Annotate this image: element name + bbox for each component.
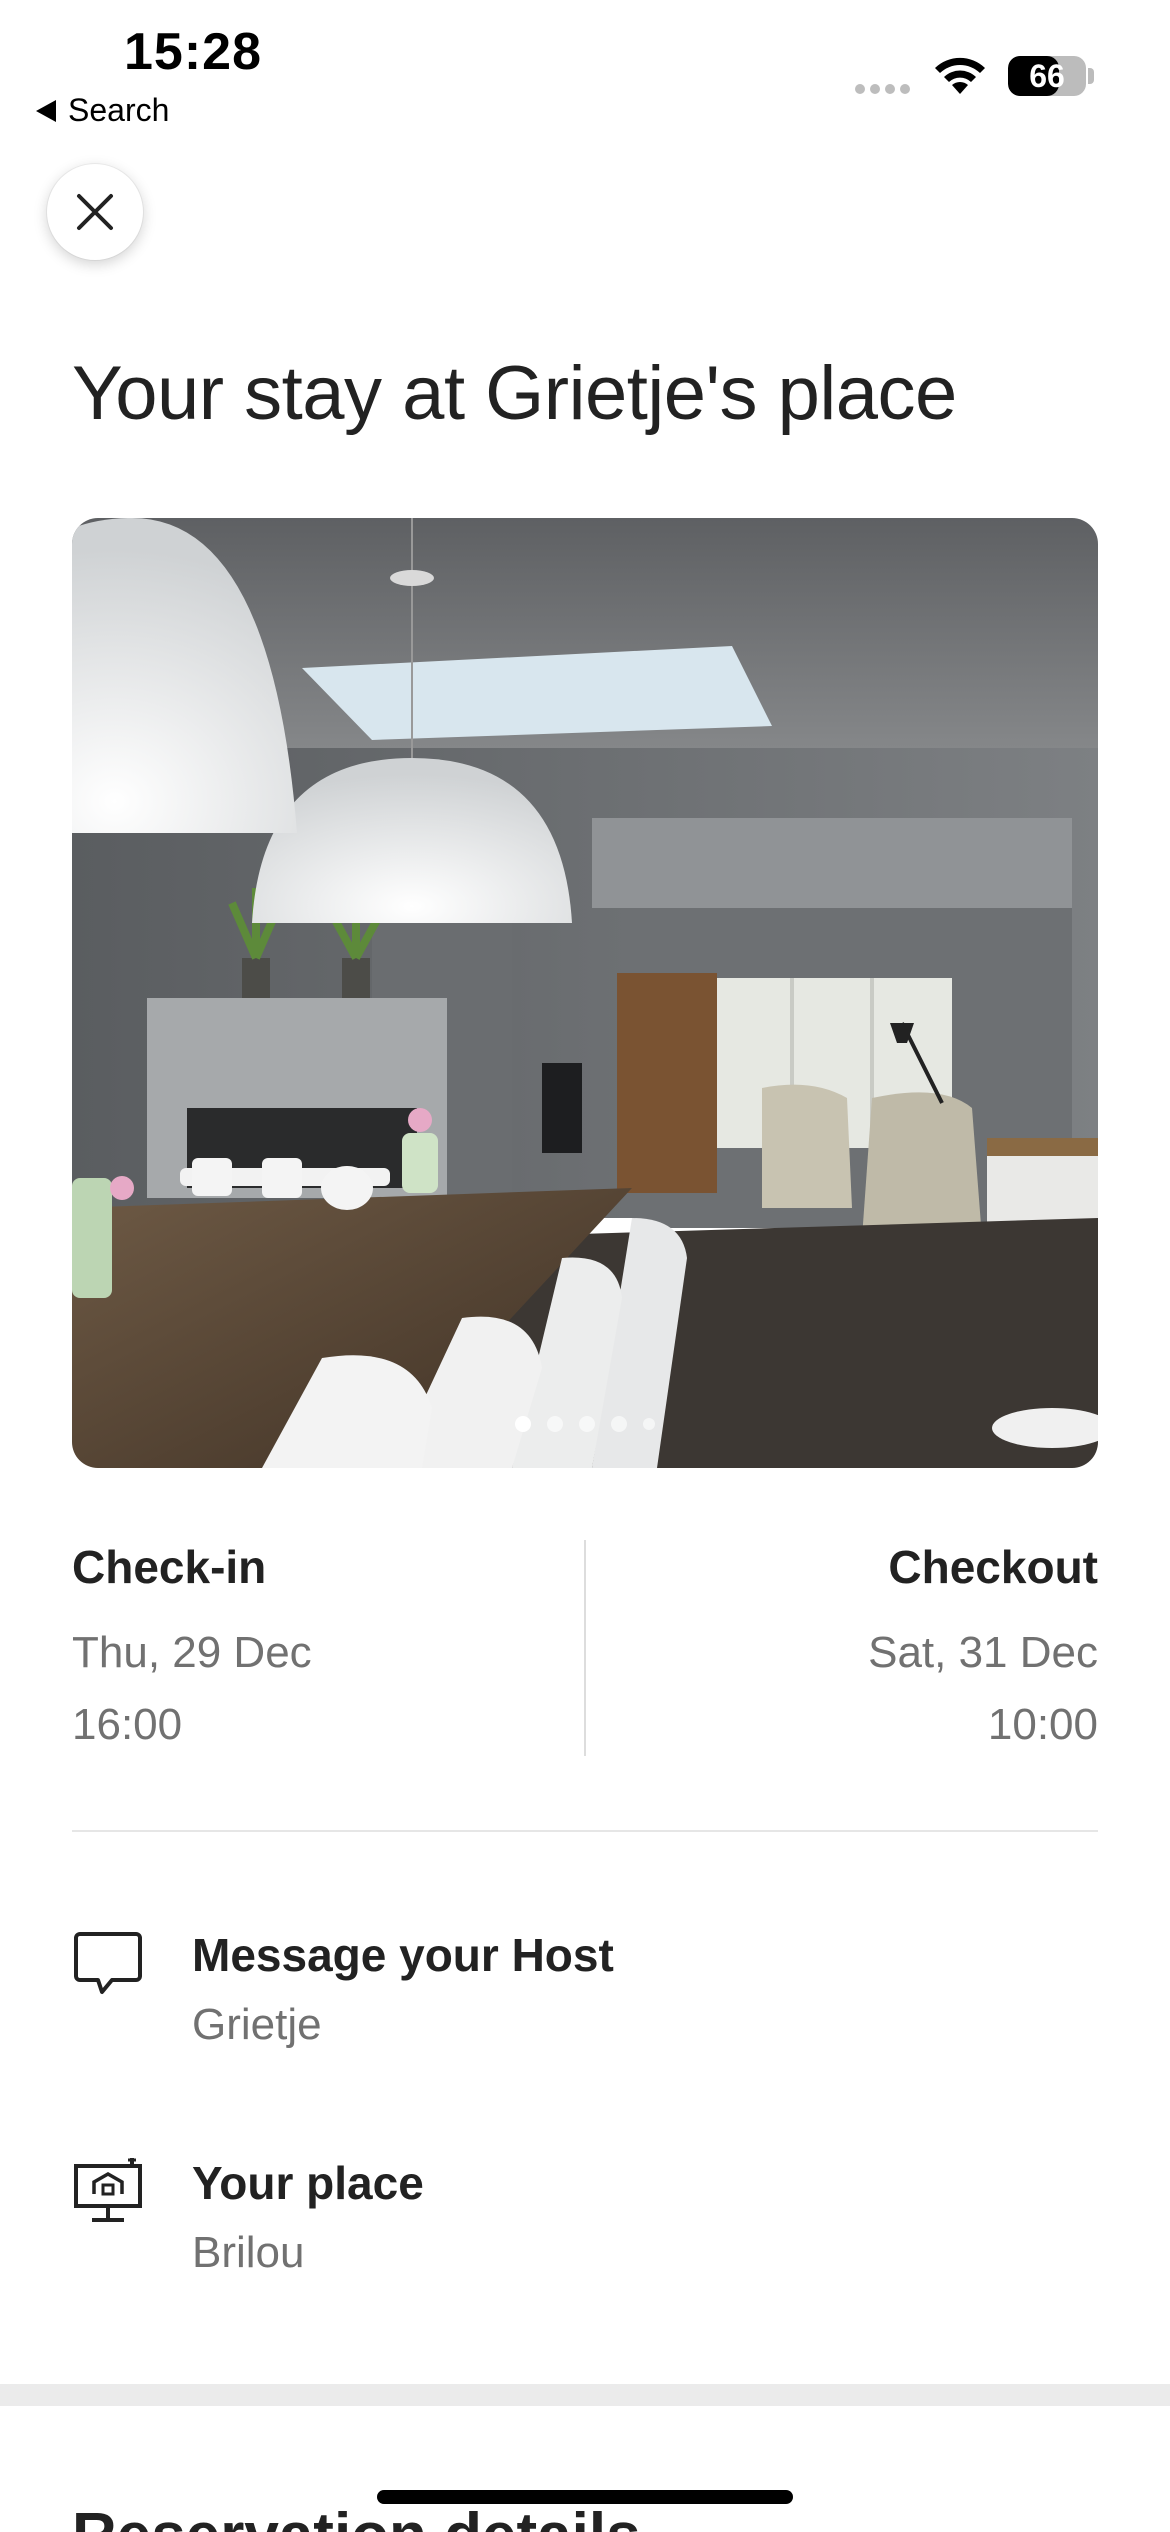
carousel-dot: [579, 1416, 595, 1432]
battery-cap: [1088, 68, 1094, 84]
checkout-time: 10:00: [987, 1700, 1098, 1749]
battery-icon: 66: [1008, 56, 1086, 96]
carousel-dot: [515, 1416, 531, 1432]
message-host-subtitle: Grietje: [192, 2000, 322, 2049]
back-label: Search: [68, 92, 170, 128]
home-screen-icon: [72, 2156, 144, 2233]
status-time: 15:28: [124, 23, 262, 81]
carousel-pagination: [72, 1416, 1098, 1432]
reservation-details-heading: Reservation details: [72, 2500, 641, 2532]
back-to-search-link[interactable]: Search: [36, 92, 169, 129]
section-separator: [0, 2384, 1170, 2406]
checkin-time: 16:00: [72, 1700, 183, 1749]
checkin-date: Thu, 29 Dec: [72, 1628, 312, 1677]
section-divider: [72, 1830, 1098, 1832]
checkin-label: Check-in: [72, 1541, 267, 1593]
checkout-label: Checkout: [888, 1541, 1098, 1593]
back-arrow-icon: [36, 99, 56, 122]
your-place-title: Your place: [192, 2157, 424, 2209]
battery-percent: 66: [1029, 57, 1065, 94]
checkout-date: Sat, 31 Dec: [868, 1628, 1098, 1677]
cellular-signal-icon: [855, 84, 910, 94]
close-button[interactable]: [47, 164, 143, 260]
carousel-dot: [611, 1416, 627, 1432]
message-host-title: Message your Host: [192, 1929, 614, 1981]
your-place-row[interactable]: [0, 2138, 1170, 2288]
your-place-subtitle: Brilou: [192, 2228, 305, 2277]
listing-photo: [72, 518, 1098, 1468]
listing-photo-carousel[interactable]: [72, 518, 1098, 1468]
wifi-icon: [932, 54, 988, 101]
carousel-dot: [643, 1418, 655, 1430]
carousel-dot: [547, 1416, 563, 1432]
page-title: Your stay at Grietje's place: [72, 351, 957, 436]
home-indicator[interactable]: [377, 2490, 793, 2504]
close-icon: [77, 194, 113, 230]
checkin-checkout-divider: [584, 1540, 586, 1756]
message-bubble-icon: [72, 1928, 144, 2005]
